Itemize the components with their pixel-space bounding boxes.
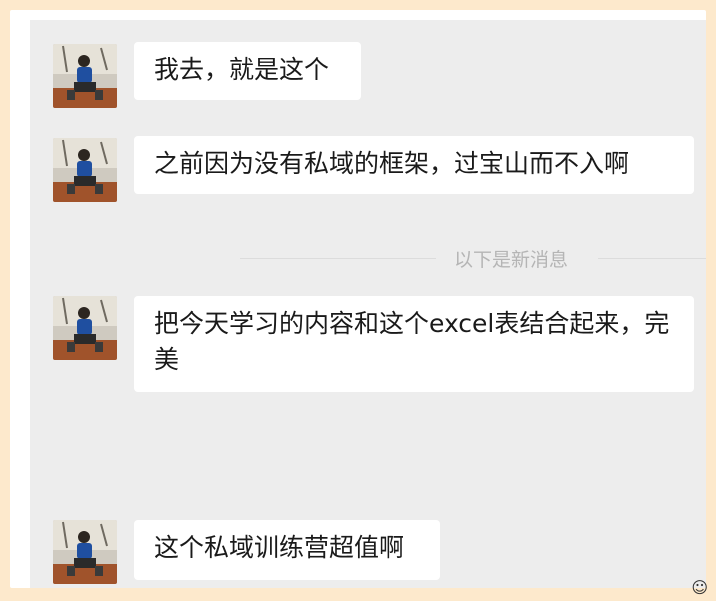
chat-view[interactable]: 我去，就是这个 之前因为没有私域的框架，过宝山而不入啊 以下是新消息 把今天学习… (30, 20, 706, 588)
avatar[interactable] (53, 296, 117, 360)
message-text: 这个私域训练营超值啊 (154, 533, 405, 562)
new-messages-label: 以下是新消息 (454, 249, 569, 271)
message-text: 之前因为没有私域的框架，过宝山而不入啊 (154, 149, 630, 178)
smiley-icon: ☺ (691, 578, 708, 597)
screenshot-frame: 我去，就是这个 之前因为没有私域的框架，过宝山而不入啊 以下是新消息 把今天学习… (10, 10, 706, 588)
avatar[interactable] (53, 520, 117, 584)
divider-line-right (598, 258, 706, 259)
message-bubble[interactable]: 我去，就是这个 (134, 42, 361, 100)
avatar[interactable] (53, 138, 117, 202)
message-text: 我去，就是这个 (154, 55, 330, 84)
message-bubble[interactable]: 把今天学习的内容和这个excel表结合起来，完美 (134, 296, 694, 392)
message-text: 把今天学习的内容和这个excel表结合起来，完美 (154, 309, 670, 374)
message-bubble[interactable]: 这个私域训练营超值啊 (134, 520, 440, 580)
message-bubble[interactable]: 之前因为没有私域的框架，过宝山而不入啊 (134, 136, 694, 194)
divider-line-left (240, 258, 436, 259)
avatar[interactable] (53, 44, 117, 108)
new-messages-divider: 以下是新消息 (30, 248, 706, 271)
